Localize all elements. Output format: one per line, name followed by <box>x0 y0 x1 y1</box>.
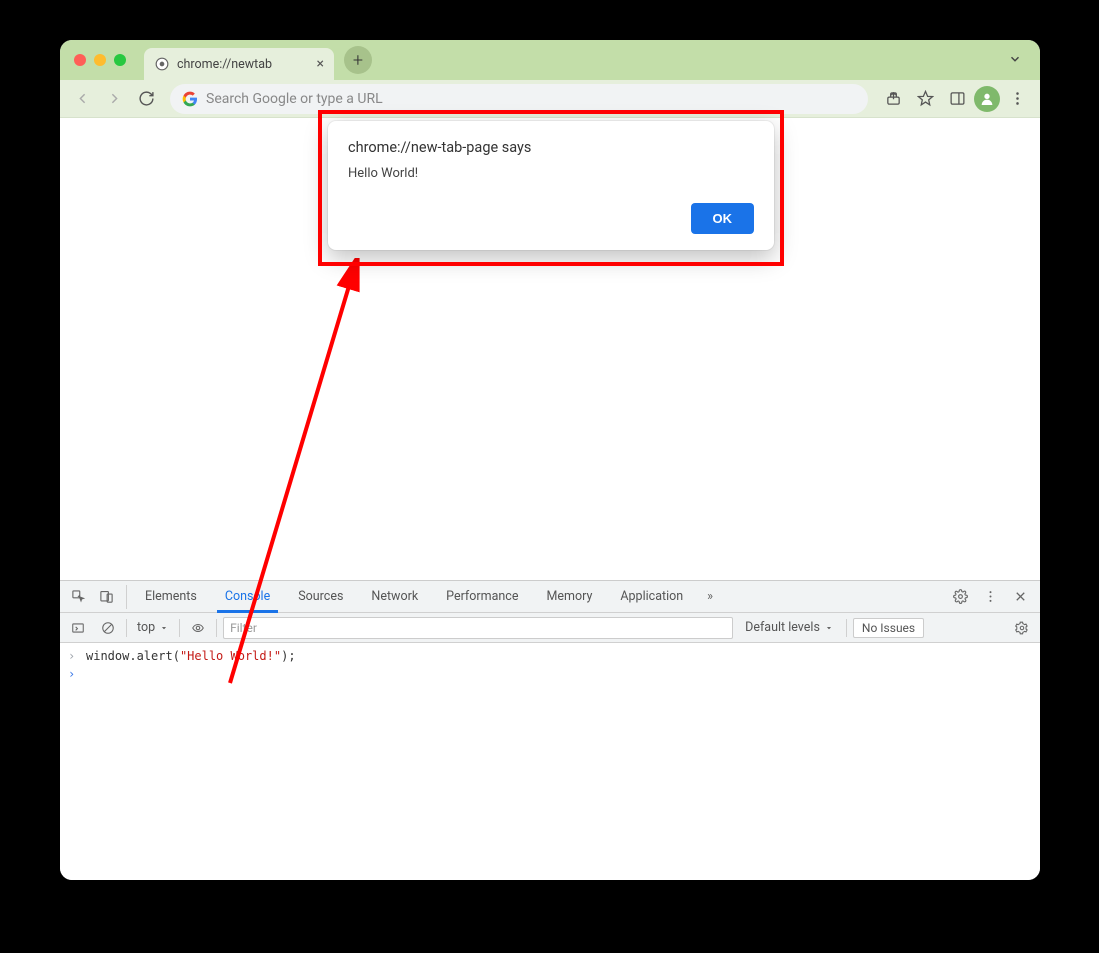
devtools-tabs-overflow-icon[interactable]: » <box>697 589 723 604</box>
console-context-selector[interactable]: top <box>133 620 173 635</box>
devtools-tabbar: Elements Console Sources Network Perform… <box>60 581 1040 613</box>
toolbar-actions <box>878 84 1032 114</box>
console-input-line: › window.alert("Hello World!"); <box>60 647 1040 665</box>
console-context-label: top <box>137 620 155 635</box>
alert-message: Hello World! <box>348 166 754 181</box>
devtools-tab-console[interactable]: Console <box>211 581 284 613</box>
devtools-menu-icon[interactable] <box>978 585 1002 609</box>
devtools-settings-icon[interactable] <box>948 585 972 609</box>
devtools-tab-application[interactable]: Application <box>606 581 697 613</box>
console-filter-placeholder: Filter <box>230 621 257 635</box>
console-output[interactable]: › window.alert("Hello World!"); › <box>60 643 1040 880</box>
profile-button[interactable] <box>974 86 1000 112</box>
devtools-close-icon[interactable] <box>1008 585 1032 609</box>
console-settings-icon[interactable] <box>1010 616 1034 640</box>
devtools-panel: Elements Console Sources Network Perform… <box>60 580 1040 880</box>
alert-title: chrome://new-tab-page says <box>348 139 754 156</box>
google-icon <box>182 91 198 107</box>
console-filter-input[interactable]: Filter <box>223 617 733 639</box>
console-code: window.alert("Hello World!"); <box>86 649 296 663</box>
devtools-tab-performance[interactable]: Performance <box>432 581 532 613</box>
log-levels-selector[interactable]: Default levels <box>739 620 840 635</box>
browser-tab[interactable]: chrome://newtab × <box>144 48 334 80</box>
window-controls <box>74 54 126 66</box>
dropdown-caret-icon <box>824 623 834 633</box>
clear-console-icon[interactable] <box>96 616 120 640</box>
new-tab-button[interactable]: + <box>344 46 372 74</box>
log-levels-label: Default levels <box>745 620 820 635</box>
prompt-caret-icon: › <box>68 649 78 663</box>
console-sidebar-toggle-icon[interactable] <box>66 616 90 640</box>
tab-title: chrome://newtab <box>177 57 272 72</box>
console-prompt-line[interactable]: › <box>60 665 1040 683</box>
prompt-caret-icon: › <box>68 667 78 681</box>
window-minimize-button[interactable] <box>94 54 106 66</box>
alert-ok-button[interactable]: OK <box>691 203 755 234</box>
side-panel-icon[interactable] <box>942 84 972 114</box>
javascript-alert-dialog: chrome://new-tab-page says Hello World! … <box>328 121 774 250</box>
issues-button[interactable]: No Issues <box>853 618 924 638</box>
devtools-tab-memory[interactable]: Memory <box>532 581 606 613</box>
inspect-element-icon[interactable] <box>66 585 90 609</box>
browser-toolbar: Search Google or type a URL <box>60 80 1040 118</box>
issues-label: No Issues <box>862 621 915 635</box>
address-bar[interactable]: Search Google or type a URL <box>170 84 868 114</box>
bookmark-icon[interactable] <box>910 84 940 114</box>
forward-button[interactable] <box>100 85 128 113</box>
console-toolbar: top Filter Default levels No Issues <box>60 613 1040 643</box>
devtools-tab-sources[interactable]: Sources <box>284 581 357 613</box>
device-toolbar-icon[interactable] <box>94 585 118 609</box>
tab-close-button[interactable]: × <box>317 57 324 71</box>
page-content: chrome://new-tab-page says Hello World! … <box>60 118 1040 580</box>
browser-window: chrome://newtab × + Search Google or typ… <box>60 40 1040 880</box>
tabs-dropdown-icon[interactable] <box>1008 51 1022 70</box>
favicon-icon <box>154 56 170 72</box>
reload-button[interactable] <box>132 85 160 113</box>
share-icon[interactable] <box>878 84 908 114</box>
tab-strip: chrome://newtab × + <box>60 40 1040 80</box>
dropdown-caret-icon <box>159 623 169 633</box>
back-button[interactable] <box>68 85 96 113</box>
devtools-tab-network[interactable]: Network <box>357 581 432 613</box>
window-zoom-button[interactable] <box>114 54 126 66</box>
chrome-menu-icon[interactable] <box>1002 84 1032 114</box>
devtools-tab-elements[interactable]: Elements <box>131 581 211 613</box>
address-bar-placeholder: Search Google or type a URL <box>206 91 383 107</box>
window-close-button[interactable] <box>74 54 86 66</box>
live-expression-icon[interactable] <box>186 616 210 640</box>
